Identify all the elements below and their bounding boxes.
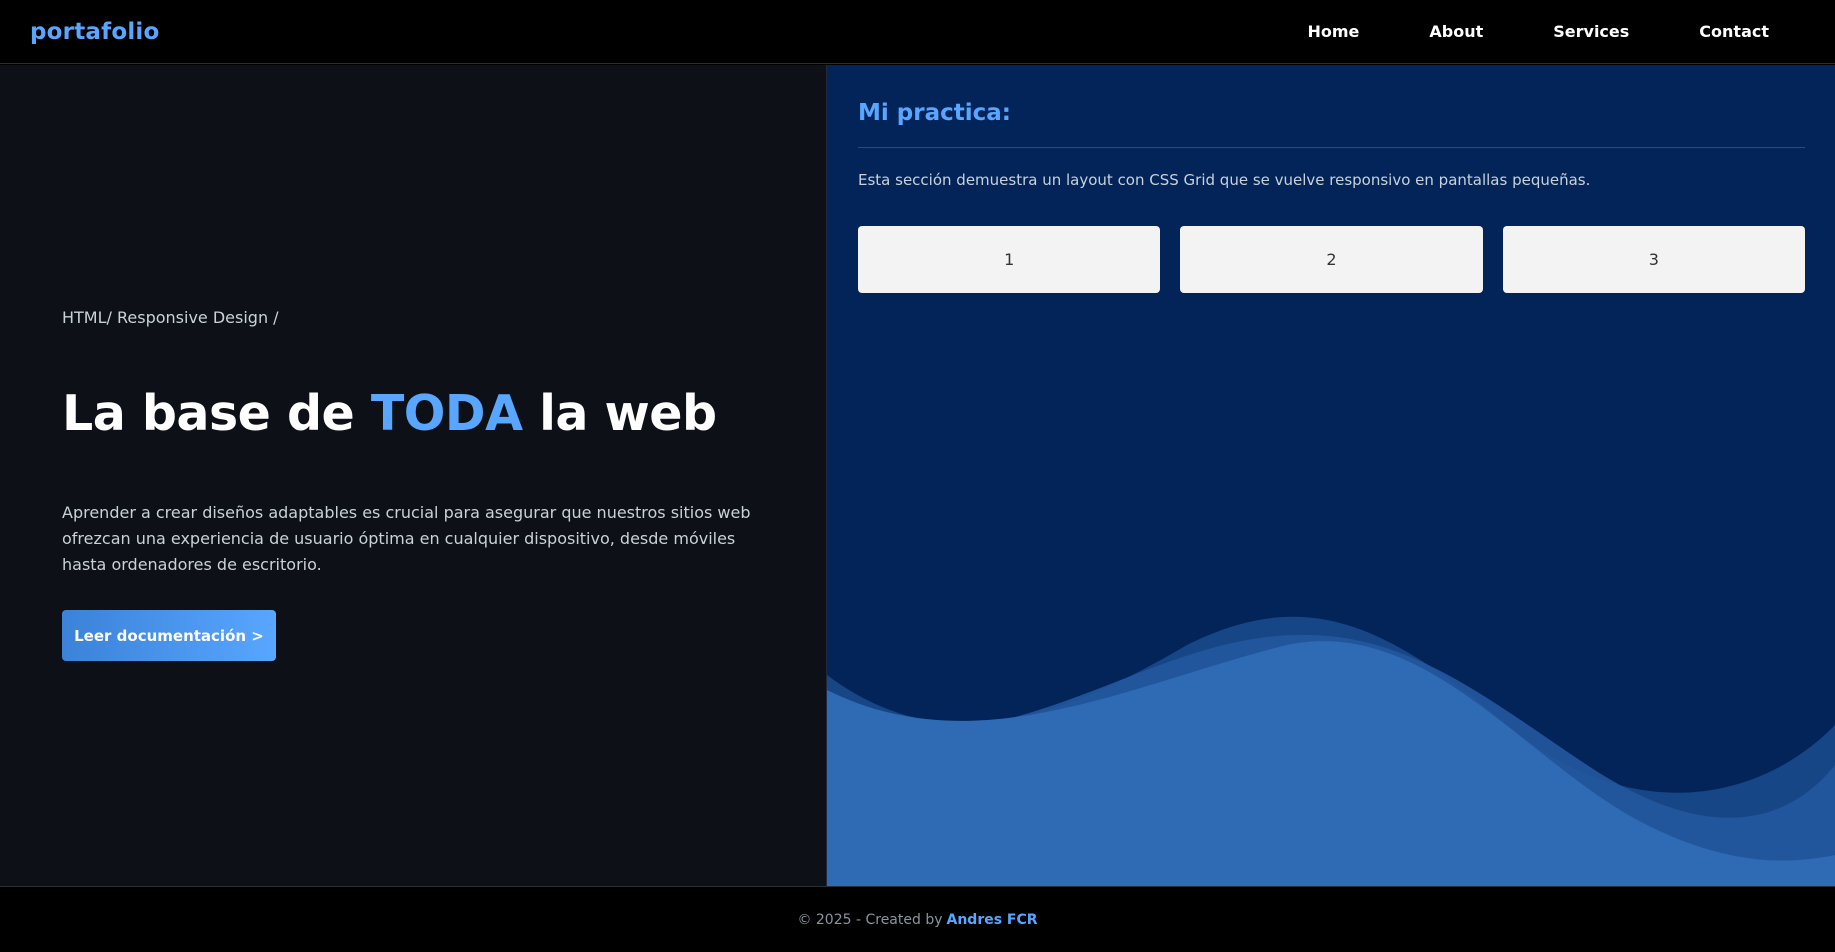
practice-divider bbox=[858, 147, 1805, 148]
hero-title: La base de TODA la web bbox=[62, 385, 717, 442]
main-nav: Home About Services Contact bbox=[1237, 22, 1769, 41]
nav-about-link[interactable]: About bbox=[1429, 22, 1483, 41]
practice-description: Esta sección demuestra un layout con CSS… bbox=[858, 171, 1591, 189]
grid-item: 3 bbox=[1502, 226, 1805, 293]
main-content: HTML/ Responsive Design / La base de TOD… bbox=[0, 65, 1835, 886]
nav-services-link[interactable]: Services bbox=[1553, 22, 1629, 41]
hero-title-accent: TODA bbox=[370, 385, 523, 442]
wave-front bbox=[827, 641, 1835, 886]
hero-description: Aprender a crear diseños adaptables es c… bbox=[62, 503, 751, 574]
read-docs-button[interactable]: Leer documentación > bbox=[62, 610, 276, 661]
logo[interactable]: portafolio bbox=[30, 19, 160, 45]
hero-title-suffix: la web bbox=[522, 385, 717, 442]
practice-grid: 1 2 3 bbox=[858, 226, 1805, 293]
site-header: portafolio Home About Services Contact bbox=[0, 0, 1835, 64]
nav-home-link[interactable]: Home bbox=[1307, 22, 1359, 41]
grid-item: 1 bbox=[858, 226, 1161, 293]
grid-item: 2 bbox=[1180, 226, 1483, 293]
practice-section: Mi practica: Esta sección demuestra un l… bbox=[827, 65, 1835, 886]
breadcrumb: HTML/ Responsive Design / bbox=[62, 308, 279, 327]
footer-author-link[interactable]: Andres FCR bbox=[947, 912, 1038, 928]
practice-title: Mi practica: bbox=[858, 100, 1011, 126]
nav-contact-link[interactable]: Contact bbox=[1699, 22, 1769, 41]
hero-section: HTML/ Responsive Design / La base de TOD… bbox=[0, 65, 827, 886]
hero-title-prefix: La base de bbox=[62, 385, 371, 442]
site-footer: © 2025 - Created by Andres FCR bbox=[0, 886, 1835, 952]
footer-text: © 2025 - Created by bbox=[797, 911, 943, 928]
